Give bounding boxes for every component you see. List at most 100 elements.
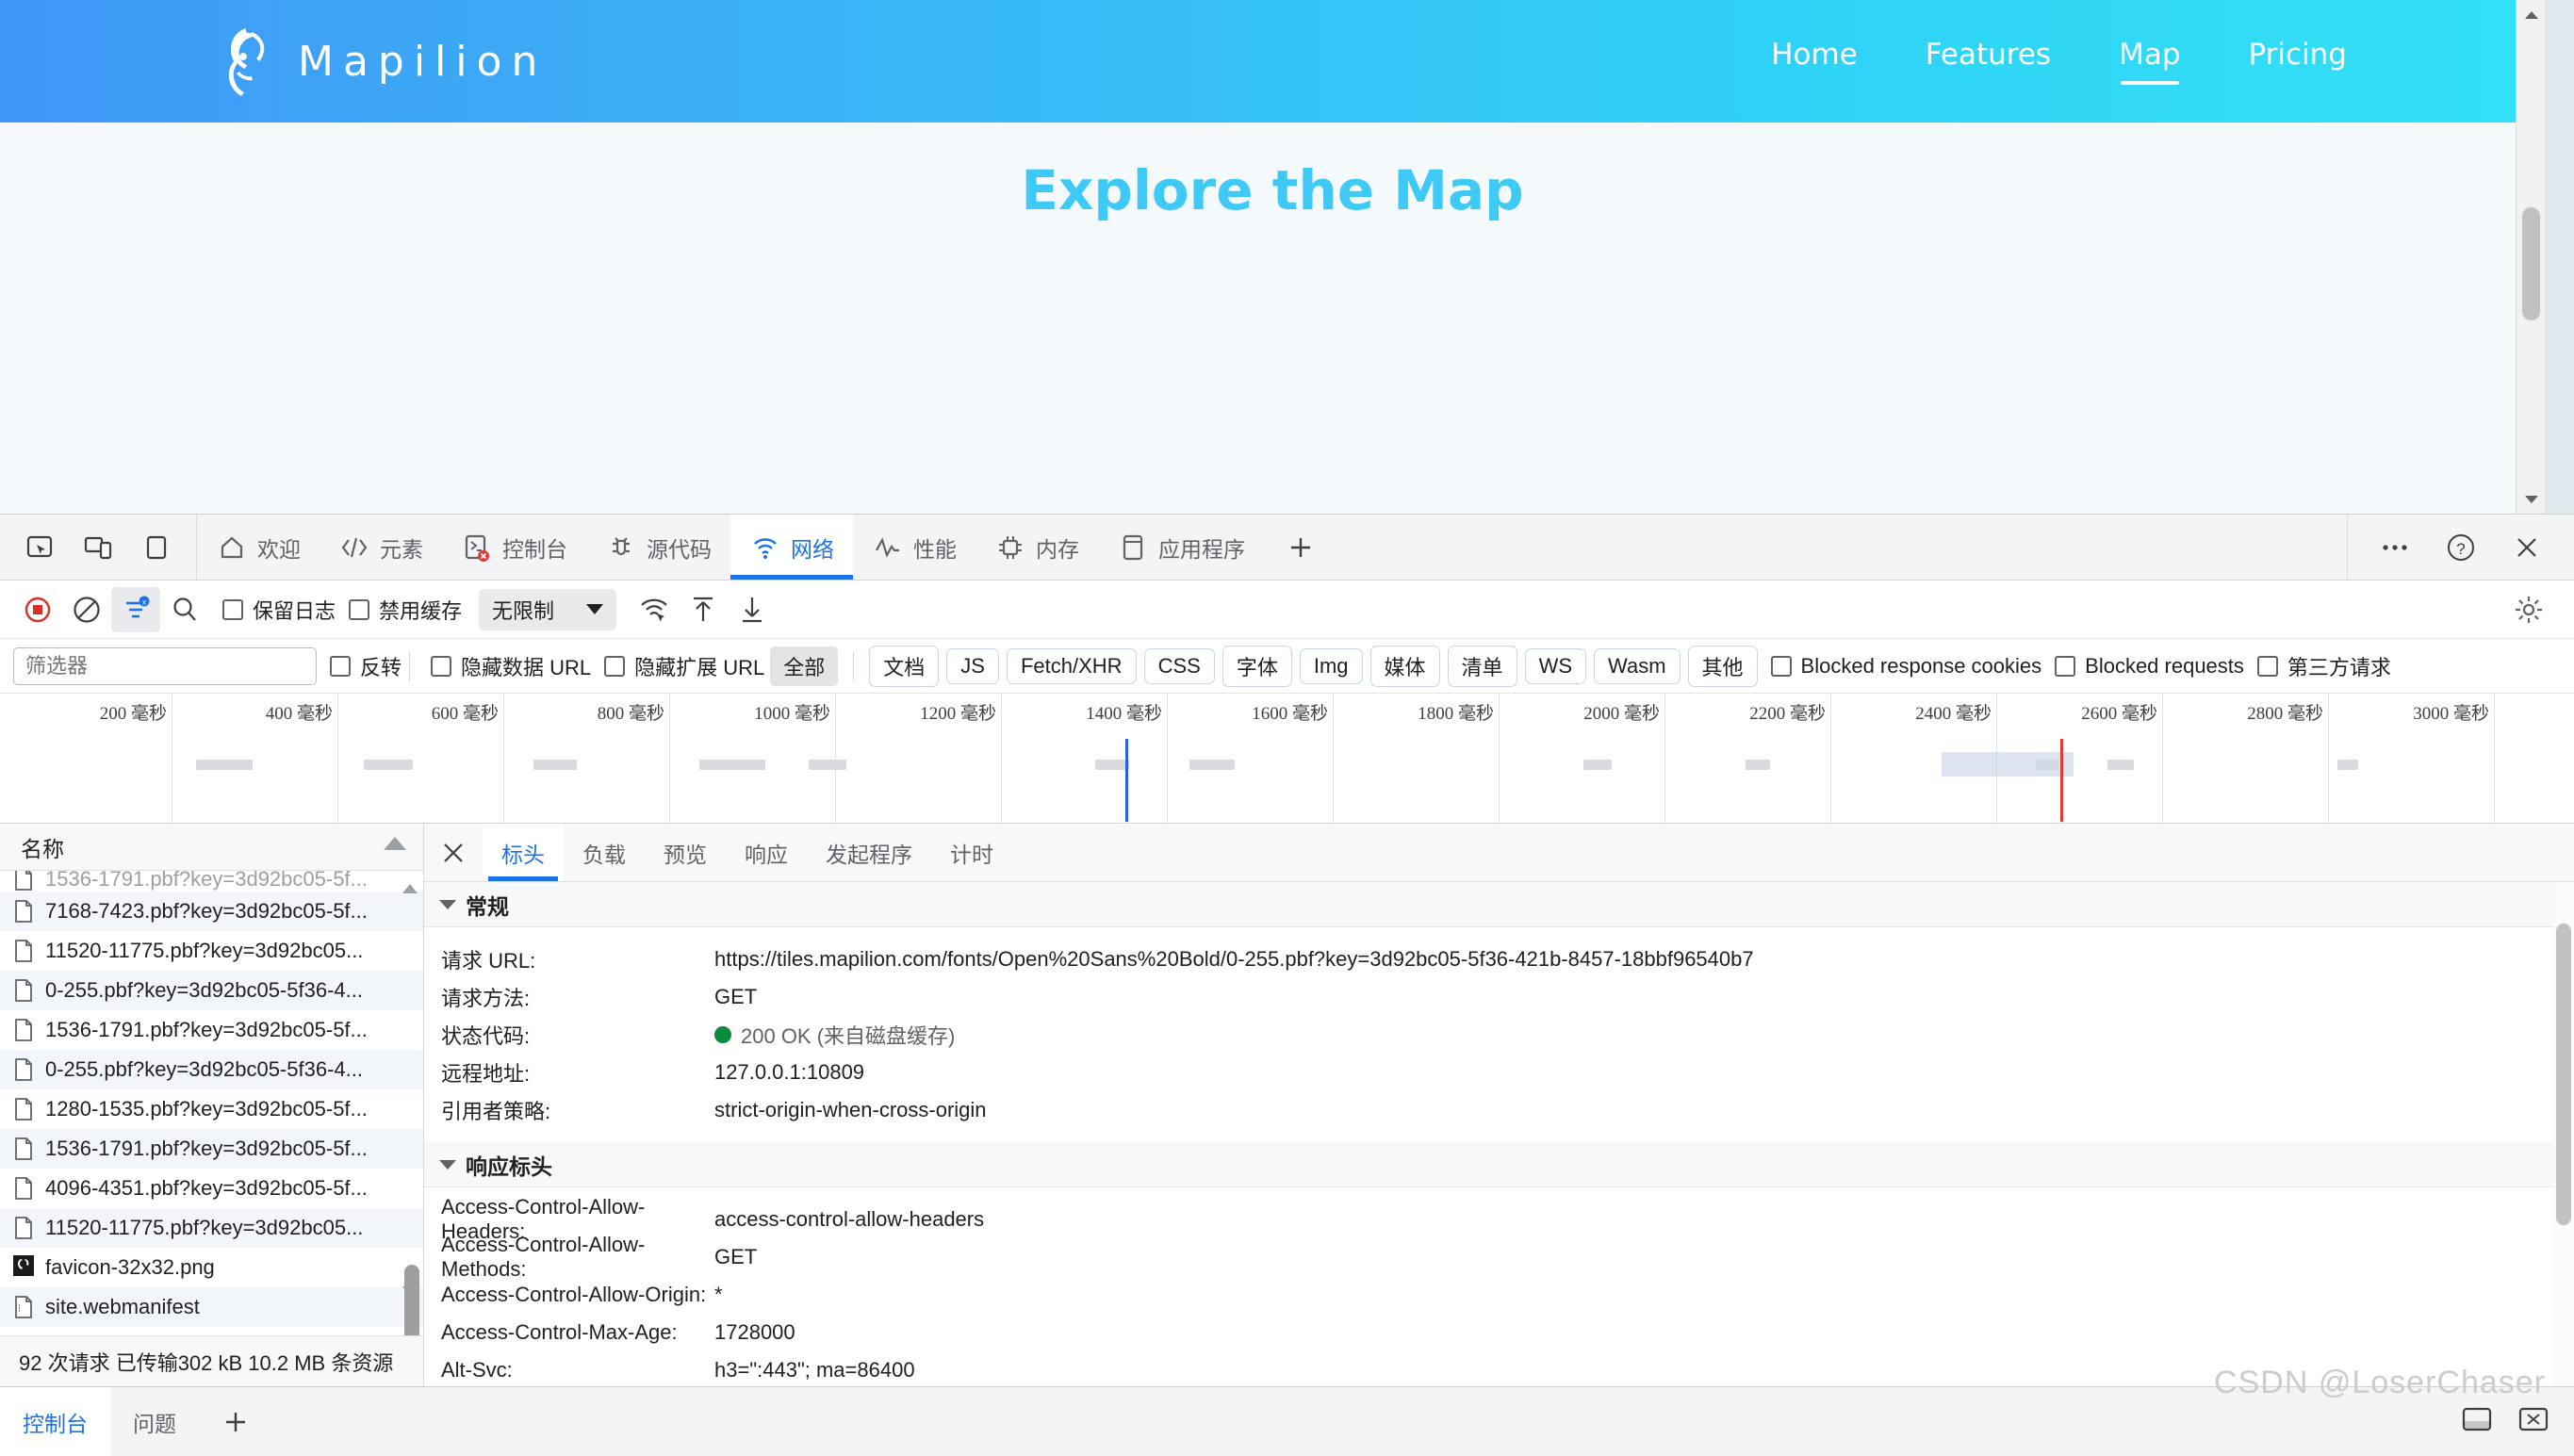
request-details-body: 常规 请求 URL: https://tiles.mapilion.com/fo… [424,882,2574,1386]
nav-item-home[interactable]: Home [1771,38,1858,85]
table-row[interactable]: 1536-1791.pbf?key=3d92bc05-5f... [0,871,423,892]
blocked-response-cookies-checkbox[interactable]: Blocked response cookies [1770,654,2041,679]
page-scrollbar[interactable] [2516,0,2545,514]
drawer-tab-issues[interactable]: 问题 [110,1387,199,1456]
chip-doc[interactable]: 文档 [869,645,940,687]
tab-preview[interactable]: 预览 [645,824,726,881]
import-har-button[interactable] [679,587,728,632]
chip-wasm[interactable]: Wasm [1594,647,1680,684]
devtools-settings-button[interactable] [2504,587,2553,632]
nav-item-pricing[interactable]: Pricing [2249,38,2348,85]
invert-checkbox[interactable]: 反转 [330,651,402,681]
table-row[interactable]: site.webmanifest [0,1287,423,1327]
chip-css[interactable]: CSS [1143,647,1215,684]
chip-fetch-xhr[interactable]: Fetch/XHR [1006,647,1137,684]
drawer-tab-console[interactable]: 控制台 [0,1387,110,1456]
tab-memory[interactable]: 内存 [975,515,1098,580]
add-tab-button[interactable] [1264,515,1337,580]
filter-toggle-button[interactable]: x [111,586,160,632]
request-rows[interactable]: 1536-1791.pbf?key=3d92bc05-5f... 7168-74… [0,871,423,1335]
disable-cache-label: 禁用缓存 [379,598,463,623]
blocked-requests-checkbox[interactable]: Blocked requests [2055,654,2244,679]
chip-media[interactable]: 媒体 [1369,645,1440,687]
search-button[interactable] [160,587,209,632]
tab-timing[interactable]: 计时 [931,824,1012,881]
inspect-element-icon[interactable] [19,527,60,568]
tab-welcome[interactable]: 欢迎 [197,515,320,580]
record-stop-button[interactable] [13,587,62,632]
device-toolbar-icon[interactable] [77,527,119,568]
drawer-add-tab-button[interactable] [199,1387,272,1456]
tab-initiator[interactable]: 发起程序 [807,824,931,881]
tab-performance[interactable]: 性能 [853,515,975,580]
tick-label: 1400 毫秒 [1086,704,1162,724]
table-row[interactable]: 1536-1791.pbf?key=3d92bc05-5f... [0,1129,423,1169]
scrollbar-down-arrow[interactable] [401,1279,419,1303]
chip-ws[interactable]: WS [1524,647,1587,684]
chip-font[interactable]: 字体 [1221,645,1292,687]
scrollbar-up-arrow[interactable] [2517,0,2545,29]
tab-console[interactable]: 控制台 [442,515,586,580]
tab-sources[interactable]: 源代码 [586,515,730,580]
dock-side-icon[interactable] [136,527,177,568]
network-overview-timeline[interactable]: 200 毫秒 400 毫秒 600 毫秒 800 毫秒 1000 毫秒 1200… [0,694,2574,824]
scrollbar-up-arrow[interactable] [401,876,419,901]
tab-headers[interactable]: 标头 [483,824,564,881]
third-party-requests-label: 第三方请求 [2287,655,2391,679]
home-icon [216,532,248,564]
nav-item-features[interactable]: Features [1926,38,2051,85]
table-row[interactable]: 7168-7423.pbf?key=3d92bc05-5f... [0,892,423,931]
tab-response[interactable]: 响应 [726,824,807,881]
scrollbar-thumb[interactable] [2556,924,2571,1225]
tab-payload[interactable]: 负载 [564,824,645,881]
manifest-file-icon [13,1295,34,1319]
chip-manifest[interactable]: 清单 [1447,645,1517,687]
close-devtools-icon[interactable] [2506,527,2548,568]
table-row[interactable]: 1280-1535.pbf?key=3d92bc05-5f... [0,1089,423,1129]
scrollbar-thumb[interactable] [2522,207,2540,320]
disable-cache-checkbox[interactable]: 禁用缓存 [349,595,462,625]
dock-bottom-icon[interactable] [2461,1405,2493,1439]
network-conditions-button[interactable] [630,587,679,632]
scrollbar-down-arrow[interactable] [2517,484,2545,514]
clear-requests-button[interactable] [62,587,111,632]
header-key: Access-Control-Allow-Origin: [441,1283,707,1306]
table-row[interactable]: 1536-1791.pbf?key=3d92bc05-5f... [0,1010,423,1050]
table-row[interactable]: 0-255.pbf?key=3d92bc05-5f36-4... [0,971,423,1010]
brand-name: Mapilion [298,37,548,86]
section-general-header[interactable]: 常规 [424,882,2574,927]
export-har-button[interactable] [728,587,777,632]
tab-elements[interactable]: 元素 [320,515,442,580]
table-row[interactable]: 11520-11775.pbf?key=3d92bc05... [0,931,423,971]
map-canvas[interactable] [0,222,2545,514]
close-drawer-icon[interactable] [2517,1405,2549,1439]
sort-ascending-icon[interactable] [384,837,406,850]
hide-extension-urls-checkbox[interactable]: 隐藏扩展 URL [604,651,764,681]
more-options-icon[interactable] [2374,527,2416,568]
request-name: 11520-11775.pbf?key=3d92bc05... [45,939,364,962]
request-list-scrollbar[interactable] [402,871,421,1335]
nav-item-map[interactable]: Map [2119,38,2181,85]
section-response-headers-header[interactable]: 响应标头 [424,1142,2574,1187]
preserve-log-checkbox[interactable]: 保留日志 [222,595,336,625]
help-icon[interactable]: ? [2440,527,2482,568]
table-row[interactable]: 0-255.pbf?key=3d92bc05-5f36-4... [0,1050,423,1089]
third-party-requests-checkbox[interactable]: 第三方请求 [2256,651,2391,681]
hide-data-urls-checkbox[interactable]: 隐藏数据 URL [431,651,591,681]
throttle-select[interactable]: 无限制 [479,588,617,630]
tab-application[interactable]: 应用程序 [1098,515,1264,580]
close-details-button[interactable] [424,824,483,881]
details-scrollbar[interactable] [2553,882,2574,1386]
chip-img[interactable]: Img [1299,647,1363,684]
chip-all[interactable]: 全部 [770,646,839,686]
chip-js[interactable]: JS [946,647,999,684]
filter-input[interactable] [13,646,317,685]
table-row[interactable]: 11520-11775.pbf?key=3d92bc05... [0,1208,423,1248]
request-list-header[interactable]: 名称 [0,824,423,871]
tab-network[interactable]: 网络 [730,515,853,580]
header-key: Access-Control-Allow-Methods: [441,1233,646,1281]
table-row[interactable]: favicon-32x32.png [0,1248,423,1287]
chip-other[interactable]: 其他 [1687,645,1758,687]
table-row[interactable]: 4096-4351.pbf?key=3d92bc05-5f... [0,1169,423,1208]
brand[interactable]: Mapilion [217,25,547,98]
